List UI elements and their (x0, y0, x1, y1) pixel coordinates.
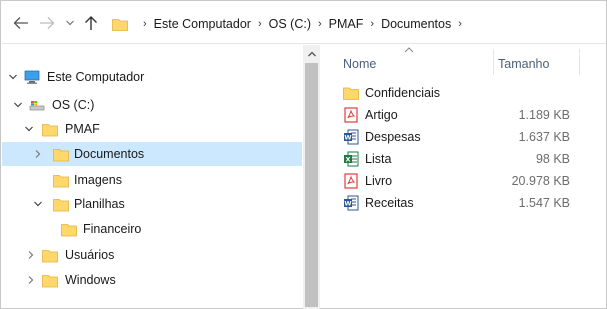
tree-item-windows[interactable]: Windows (2, 268, 302, 292)
scroll-up-button[interactable] (303, 45, 320, 62)
file-row-despesas[interactable]: W Despesas 1.637 KB (321, 126, 606, 148)
folder-icon (53, 148, 69, 161)
computer-icon (24, 70, 40, 84)
tree-item-os-c[interactable]: OS (C:) (2, 93, 302, 117)
chevron-down-icon (66, 20, 74, 26)
file-name: Despesas (365, 130, 421, 144)
column-header-row: Nome Tamanho (321, 45, 606, 81)
column-divider[interactable] (579, 49, 580, 75)
breadcrumb-separator[interactable]: › (318, 18, 322, 30)
arrow-up-icon (85, 16, 97, 30)
file-row-livro[interactable]: Livro 20.978 KB (321, 170, 606, 192)
tree-item-pmaf[interactable]: PMAF (2, 117, 302, 141)
chevron-down-icon[interactable] (12, 99, 24, 111)
folder-icon (61, 223, 77, 236)
tree-item-label: Financeiro (83, 222, 142, 236)
up-button[interactable] (82, 14, 100, 32)
tree-item-label: OS (C:) (52, 98, 95, 112)
file-size: 20.978 KB (511, 174, 570, 188)
file-name: Lista (365, 152, 392, 166)
tree-item-usuarios[interactable]: Usuários (2, 243, 302, 267)
chevron-right-icon[interactable] (25, 249, 37, 261)
address-bar[interactable]: › Este Computador › OS (C:) › PMAF › Doc… (112, 11, 604, 37)
file-row-confidenciais[interactable]: Confidenciais (321, 82, 606, 104)
chevron-up-icon (307, 51, 316, 56)
folder-icon (42, 123, 58, 136)
file-row-receitas[interactable]: W Receitas 1.547 KB (321, 192, 606, 214)
tree-item-label: Windows (65, 273, 116, 287)
chevron-right-icon[interactable] (25, 274, 37, 286)
file-list: Nome Tamanho Confidenciais Artigo 1.189 … (321, 45, 606, 309)
breadcrumb-separator[interactable]: › (143, 18, 147, 30)
file-row-lista[interactable]: X Lista 98 KB (321, 148, 606, 170)
file-size: 98 KB (535, 152, 570, 166)
sort-ascending-icon (404, 47, 414, 53)
scrollbar-thumb[interactable] (305, 63, 318, 307)
tree-item-imagens[interactable]: Imagens (2, 168, 302, 192)
chevron-right-icon[interactable] (32, 148, 44, 160)
column-header-name[interactable]: Nome (343, 57, 376, 71)
breadcrumb-separator[interactable]: › (370, 18, 374, 30)
tree-item-label: Este Computador (47, 70, 145, 84)
breadcrumb-os-c[interactable]: OS (C:) (269, 17, 311, 31)
column-header-size[interactable]: Tamanho (498, 57, 549, 71)
folder-icon (53, 198, 69, 211)
forward-button[interactable] (38, 14, 56, 32)
svg-text:X: X (345, 156, 350, 164)
folder-icon (42, 249, 58, 262)
arrow-right-icon (40, 17, 55, 29)
navigation-pane: Este Computador OS (C:) PMAF Documentos (2, 45, 302, 309)
file-name: Receitas (365, 196, 414, 210)
arrow-left-icon (13, 17, 28, 29)
breadcrumb-separator[interactable]: › (458, 18, 462, 30)
file-name: Livro (365, 174, 393, 188)
chevron-down-icon[interactable] (32, 198, 44, 210)
word-icon: W (344, 129, 359, 145)
folder-icon (53, 174, 69, 187)
tree-item-label: PMAF (65, 122, 100, 136)
folder-icon (112, 19, 128, 31)
breadcrumb-este-computador[interactable]: Este Computador (154, 17, 251, 31)
tree-item-este-computador[interactable]: Este Computador (2, 65, 302, 89)
tree-item-label: Documentos (74, 147, 145, 161)
svg-text:W: W (344, 134, 351, 142)
explorer-window: › Este Computador › OS (C:) › PMAF › Doc… (0, 0, 607, 309)
file-size: 1.547 KB (518, 196, 570, 210)
pdf-icon (344, 107, 358, 123)
folder-icon (42, 274, 58, 287)
drive-icon (29, 100, 45, 110)
folder-icon (343, 87, 359, 100)
tree-item-label: Imagens (74, 173, 122, 187)
file-name: Artigo (365, 108, 398, 122)
svg-text:W: W (344, 200, 351, 208)
excel-icon: X (344, 151, 359, 167)
back-button[interactable] (12, 14, 30, 32)
tree-item-planilhas[interactable]: Planilhas (2, 192, 302, 216)
tree-item-documentos[interactable]: Documentos (2, 142, 302, 166)
word-icon: W (344, 195, 359, 211)
file-name: Confidenciais (365, 86, 441, 100)
column-divider[interactable] (493, 49, 494, 75)
tree-item-financeiro[interactable]: Financeiro (2, 217, 302, 241)
file-row-artigo[interactable]: Artigo 1.189 KB (321, 104, 606, 126)
tree-item-label: Usuários (65, 248, 115, 262)
chevron-down-icon[interactable] (23, 123, 35, 135)
breadcrumb-separator[interactable]: › (258, 18, 262, 30)
breadcrumb-documentos[interactable]: Documentos (381, 17, 451, 31)
tree-item-label: Planilhas (74, 197, 125, 211)
chevron-down-icon[interactable] (7, 71, 19, 83)
breadcrumb-pmaf[interactable]: PMAF (329, 17, 364, 31)
recent-locations-button[interactable] (61, 14, 79, 32)
navigation-bar: › Este Computador › OS (C:) › PMAF › Doc… (2, 2, 606, 44)
vertical-scrollbar[interactable] (303, 45, 320, 309)
file-size: 1.189 KB (518, 108, 570, 122)
file-size: 1.637 KB (518, 130, 570, 144)
pdf-icon (344, 173, 358, 189)
